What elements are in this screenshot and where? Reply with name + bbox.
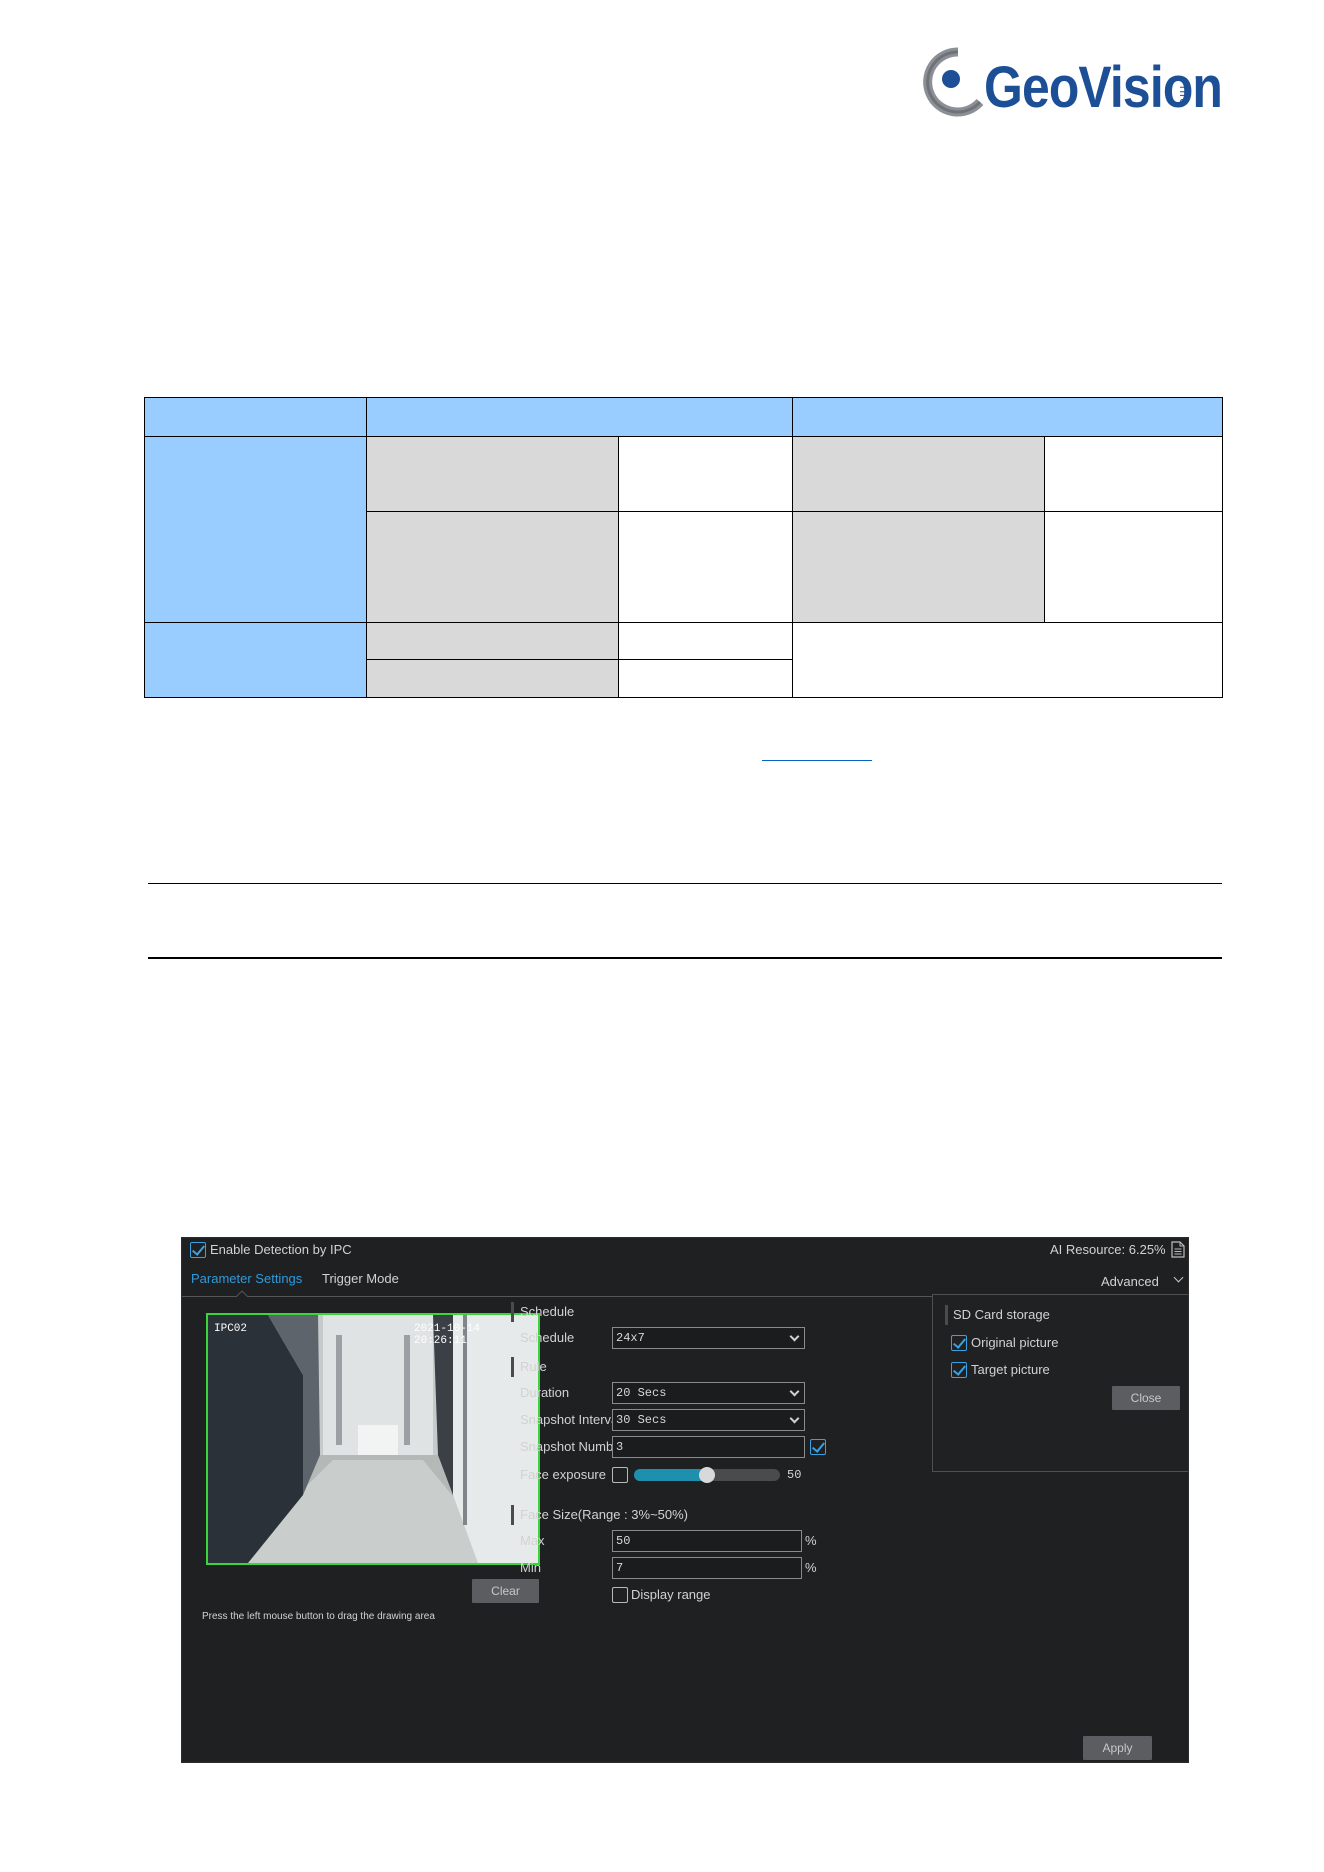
max-input[interactable]: 50 xyxy=(612,1530,802,1552)
schedule-select[interactable]: 24x7 xyxy=(612,1327,805,1349)
face-size-section-marker xyxy=(511,1505,514,1525)
target-picture-checkbox[interactable] xyxy=(951,1362,967,1378)
sd-card-storage-popup: SD Card storage Original picture Target … xyxy=(932,1294,1188,1472)
table-header-cell xyxy=(792,397,1223,437)
clear-button[interactable]: Clear xyxy=(472,1579,539,1603)
min-value: 7 xyxy=(616,1561,624,1575)
table-cell xyxy=(618,436,793,512)
chevron-down-icon xyxy=(789,1386,800,1397)
apply-button[interactable]: Apply xyxy=(1083,1736,1152,1760)
face-exposure-value: 50 xyxy=(787,1468,802,1482)
rule-section-marker xyxy=(511,1357,514,1377)
snapshot-number-checkbox[interactable] xyxy=(810,1439,826,1455)
geovision-logo-mark xyxy=(923,47,984,117)
sd-card-section-marker xyxy=(945,1305,948,1325)
table-row-header xyxy=(144,436,367,623)
corridor-image xyxy=(208,1315,538,1563)
face-exposure-slider-fill xyxy=(634,1469,707,1481)
duration-select[interactable]: 20 Secs xyxy=(612,1382,805,1404)
table-cell xyxy=(366,436,619,512)
face-detection-settings-panel: Enable Detection by IPC AI Resource: 6.2… xyxy=(181,1237,1189,1763)
table-row-header xyxy=(144,622,367,698)
min-percent: % xyxy=(805,1560,817,1575)
table-cell xyxy=(792,622,1223,698)
tab-bar-divider xyxy=(182,1296,932,1297)
face-exposure-label: Face exposure xyxy=(520,1467,606,1482)
logo-inc: inc xyxy=(1177,86,1189,107)
min-input[interactable]: 7 xyxy=(612,1557,802,1579)
max-label: Max xyxy=(520,1533,545,1548)
min-label: Min xyxy=(520,1560,541,1575)
face-exposure-checkbox[interactable] xyxy=(612,1467,628,1483)
face-exposure-slider-knob[interactable] xyxy=(699,1467,715,1483)
max-percent: % xyxy=(805,1533,817,1548)
table-cell xyxy=(792,436,1045,512)
table-header-row xyxy=(144,397,1223,437)
snapshot-number-label: Snapshot Number xyxy=(520,1439,625,1454)
table-cell xyxy=(366,622,619,660)
schedule-section-marker xyxy=(511,1302,514,1322)
max-value: 50 xyxy=(616,1534,631,1548)
table-cell xyxy=(366,659,619,698)
duration-value: 20 Secs xyxy=(616,1386,667,1400)
camera-preview[interactable]: IPC02 2021-10-14 20:26:11 xyxy=(206,1313,540,1565)
schedule-section-title: Schedule xyxy=(520,1304,575,1319)
enable-detection-label: Enable Detection by IPC xyxy=(210,1242,352,1257)
document-icon[interactable] xyxy=(1171,1241,1185,1258)
table-row xyxy=(144,436,1223,623)
duration-label: Duration xyxy=(520,1385,570,1400)
hyperlink-underline[interactable] xyxy=(762,760,872,761)
table-header-cell xyxy=(366,397,793,437)
table-cell xyxy=(366,511,619,623)
schedule-label: Schedule xyxy=(520,1330,575,1345)
snapshot-interval-label: Snapshot Interval xyxy=(520,1412,622,1427)
display-range-checkbox[interactable] xyxy=(612,1587,628,1603)
target-picture-label: Target picture xyxy=(971,1362,1050,1377)
sd-card-title: SD Card storage xyxy=(953,1307,1050,1322)
schedule-value: 24x7 xyxy=(616,1331,645,1345)
display-range-label: Display range xyxy=(631,1587,711,1602)
geovision-logo: GeoVision inc xyxy=(918,46,1223,122)
enable-detection-checkbox[interactable] xyxy=(190,1242,206,1258)
table-cell xyxy=(1044,511,1223,623)
snapshot-interval-value: 30 Secs xyxy=(616,1413,667,1427)
snapshot-number-input[interactable]: 3 xyxy=(612,1436,805,1458)
active-tab-pointer-icon xyxy=(236,1290,248,1297)
close-button[interactable]: Close xyxy=(1112,1386,1180,1410)
table-row xyxy=(144,622,1223,698)
table-cell xyxy=(1044,436,1223,512)
drawing-hint: Press the left mouse button to drag the … xyxy=(202,1611,435,1622)
chevron-down-icon xyxy=(789,1413,800,1424)
table-cell xyxy=(618,511,793,623)
note-rule-top xyxy=(148,883,1222,884)
snapshot-interval-select[interactable]: 30 Secs xyxy=(612,1409,805,1431)
tab-trigger-mode[interactable]: Trigger Mode xyxy=(322,1271,399,1286)
preview-channel-label: IPC02 xyxy=(214,1323,248,1335)
spec-table xyxy=(144,397,1223,698)
table-cell xyxy=(618,622,793,660)
original-picture-checkbox[interactable] xyxy=(951,1335,967,1351)
snapshot-number-value: 3 xyxy=(616,1440,624,1454)
ai-resource-text: AI Resource: 6.25% xyxy=(1050,1242,1166,1257)
chevron-down-icon xyxy=(789,1331,800,1342)
table-header-cell xyxy=(144,397,367,437)
face-size-section-title: Face Size(Range : 3%~50%) xyxy=(520,1507,689,1522)
note-rule-bottom xyxy=(148,957,1222,959)
chevron-down-icon[interactable] xyxy=(1173,1272,1184,1283)
advanced-label[interactable]: Advanced xyxy=(1101,1274,1159,1289)
table-cell xyxy=(618,659,793,698)
rule-section-title: Rule xyxy=(520,1359,547,1374)
tab-parameter-settings[interactable]: Parameter Settings xyxy=(191,1271,302,1286)
original-picture-label: Original picture xyxy=(971,1335,1059,1350)
table-cell xyxy=(792,511,1045,623)
